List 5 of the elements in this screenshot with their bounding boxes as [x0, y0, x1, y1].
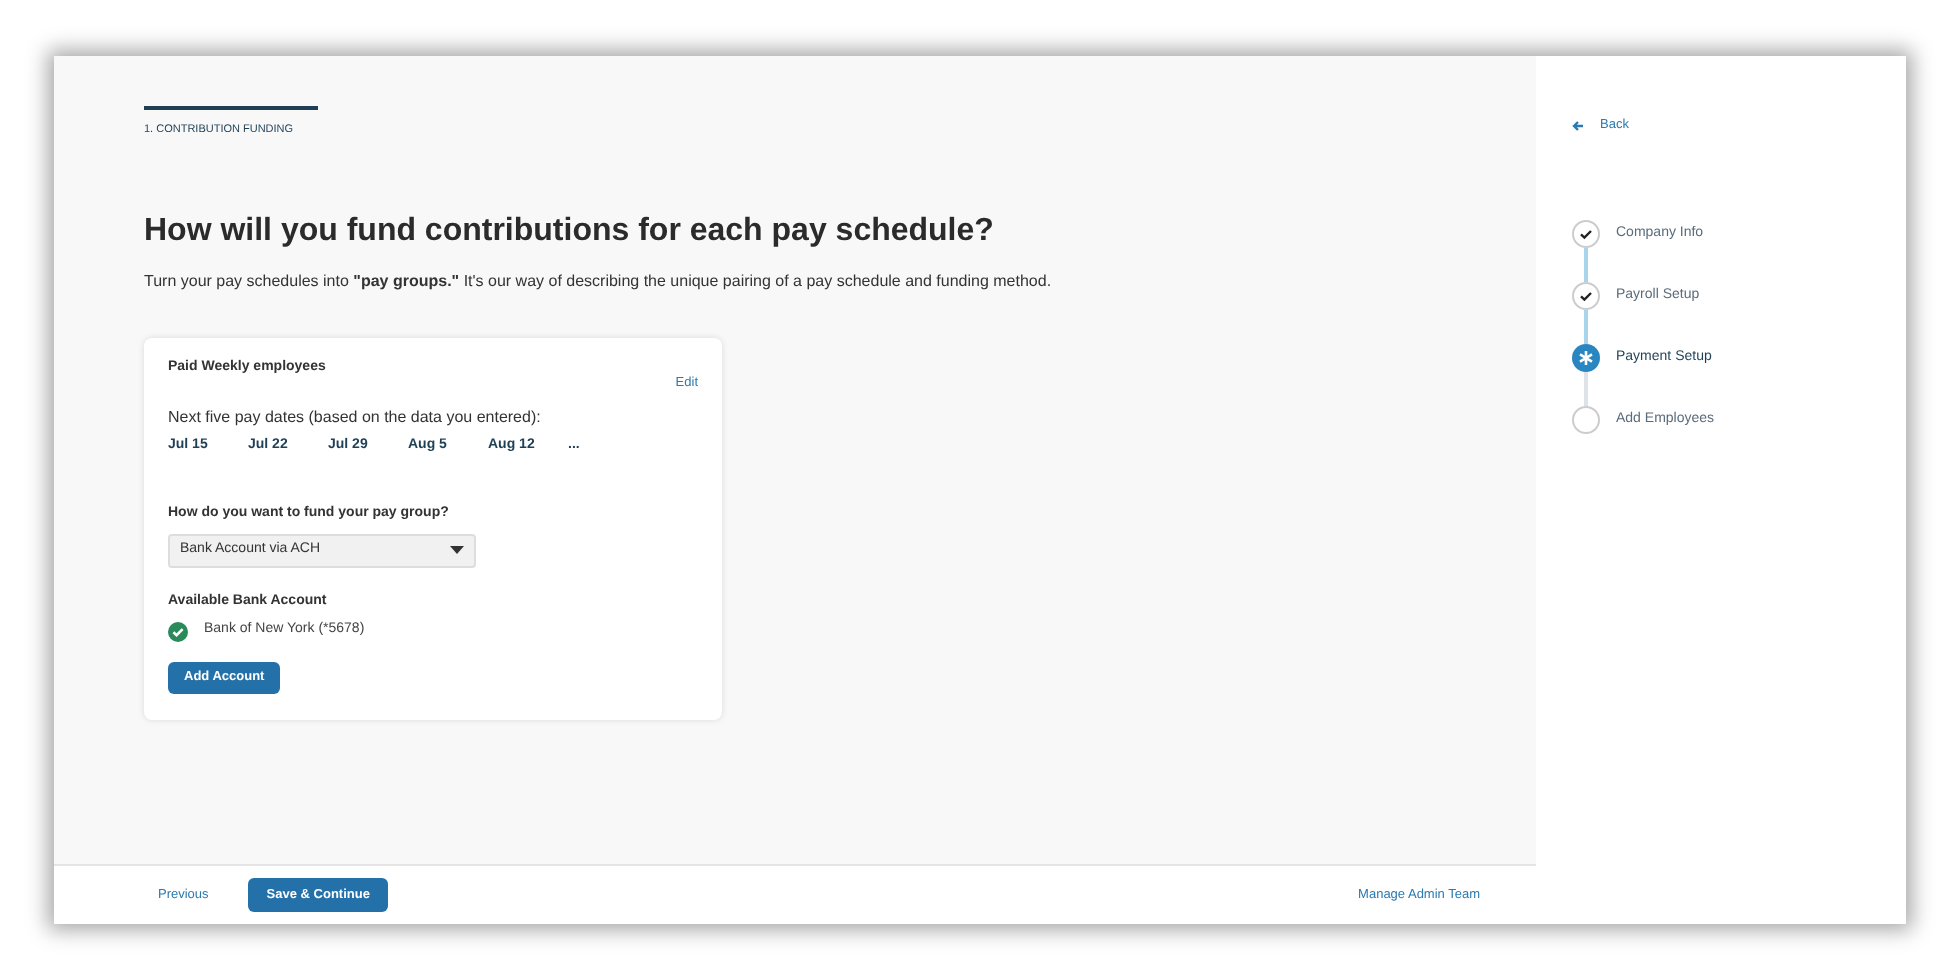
pay-dates-label: Next five pay dates (based on the data you entered):	[168, 405, 543, 430]
caret-icon	[450, 546, 464, 555]
page-heading: How will you fund contributions for each pay schedule?	[144, 212, 996, 251]
intro-text: Turn your pay schedules into "pay groups." It's our way of describing the unique pairing of a pay schedule and funding method.	[144, 270, 1054, 295]
back-arrow-icon	[1572, 120, 1584, 132]
